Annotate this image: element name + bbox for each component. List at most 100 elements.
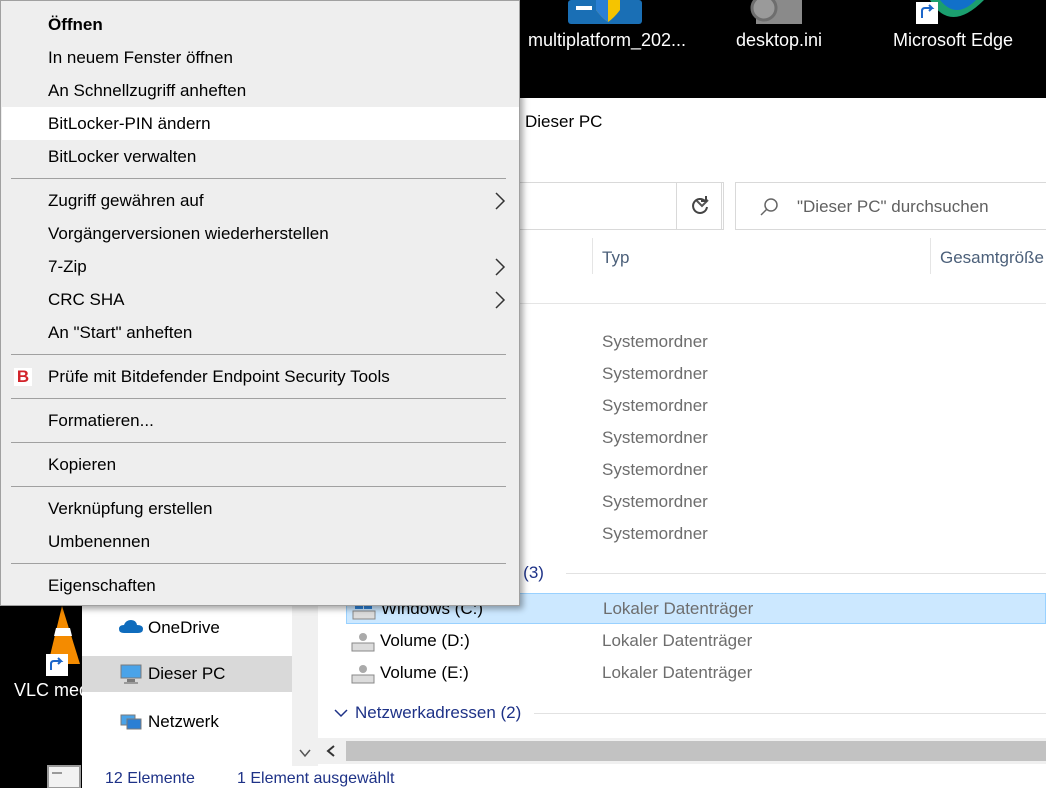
column-header-size[interactable]: Gesamtgröße bbox=[940, 248, 1044, 268]
folder-type: Systemordner bbox=[602, 428, 708, 447]
onedrive-icon bbox=[119, 620, 143, 633]
menu-item-label: Umbenennen bbox=[48, 532, 151, 551]
installer-shield-icon[interactable] bbox=[568, 0, 642, 26]
menu-item-label: CRC SHA bbox=[48, 290, 125, 309]
menu-separator bbox=[11, 486, 506, 487]
drive-icon bbox=[351, 665, 375, 684]
menu-item-open-new-window[interactable]: In neuem Fenster öffnen bbox=[2, 41, 519, 74]
scroll-down-icon[interactable] bbox=[298, 746, 312, 760]
drive-name: Volume (E:) bbox=[380, 663, 469, 682]
menu-item-label: BitLocker verwalten bbox=[48, 147, 197, 166]
menu-item-pin-start[interactable]: An "Start" anheften bbox=[2, 316, 519, 349]
folder-type: Systemordner bbox=[602, 332, 708, 351]
chevron-right-icon bbox=[495, 258, 506, 276]
menu-item-rename[interactable]: Umbenennen bbox=[2, 525, 519, 558]
menu-item-label: Eigenschaften bbox=[48, 576, 156, 595]
folder-type: Systemordner bbox=[602, 492, 708, 511]
chevron-down-icon[interactable] bbox=[334, 706, 348, 720]
menu-separator bbox=[11, 563, 506, 564]
menu-item-label: Prüfe mit Bitdefender Endpoint Security … bbox=[48, 367, 390, 386]
menu-item-properties[interactable]: Eigenschaften bbox=[2, 569, 519, 602]
folder-type: Systemordner bbox=[602, 460, 708, 479]
group-header-network[interactable]: Netzwerkadressen (2) bbox=[355, 703, 521, 723]
context-menu: Öffnen In neuem Fenster öffnen An Schnel… bbox=[0, 0, 520, 606]
nav-item-this-pc[interactable]: Dieser PC bbox=[82, 656, 292, 692]
desktop-icon-label: Microsoft Edge bbox=[892, 30, 1014, 50]
drive-type: Lokaler Datenträger bbox=[602, 631, 753, 650]
menu-item-7zip[interactable]: 7-Zip bbox=[2, 250, 519, 283]
menu-separator bbox=[11, 178, 506, 179]
status-selection: 1 Element ausgewählt bbox=[237, 770, 395, 787]
column-header-type[interactable]: Typ bbox=[602, 248, 629, 268]
folder-type: Systemordner bbox=[602, 396, 708, 415]
menu-item-label: An "Start" anheften bbox=[48, 323, 193, 342]
menu-item-restore-versions[interactable]: Vorgängerversionen wiederherstellen bbox=[2, 217, 519, 250]
search-box[interactable]: "Dieser PC" durchsuchen bbox=[735, 182, 1046, 230]
group-divider bbox=[534, 713, 1046, 714]
menu-item-bitlocker-pin[interactable]: BitLocker-PIN ändern bbox=[2, 107, 519, 140]
nav-label: Dieser PC bbox=[148, 664, 226, 683]
search-placeholder: "Dieser PC" durchsuchen bbox=[797, 197, 989, 216]
drive-row[interactable]: Volume (D:) Lokaler Datenträger bbox=[346, 626, 1046, 657]
network-icon bbox=[120, 714, 142, 730]
file-icon[interactable] bbox=[46, 764, 82, 788]
menu-item-give-access[interactable]: Zugriff gewähren auf bbox=[2, 184, 519, 217]
menu-item-copy[interactable]: Kopieren bbox=[2, 448, 519, 481]
menu-item-bitlocker-manage[interactable]: BitLocker verwalten bbox=[2, 140, 519, 173]
vlc-icon[interactable] bbox=[42, 604, 86, 676]
this-pc-icon bbox=[120, 664, 142, 684]
status-item-count: 12 Elemente bbox=[105, 770, 195, 787]
nav-label: Netzwerk bbox=[148, 712, 219, 731]
menu-item-pin-quick-access[interactable]: An Schnellzugriff anheften bbox=[2, 74, 519, 107]
menu-separator bbox=[11, 442, 506, 443]
column-separator[interactable] bbox=[592, 238, 593, 274]
desktop-icon-label: multiplatform_202... bbox=[527, 30, 687, 50]
scrollbar-thumb[interactable] bbox=[346, 741, 1046, 761]
drive-icon bbox=[351, 633, 375, 652]
menu-item-label: Vorgängerversionen wiederherstellen bbox=[48, 224, 329, 243]
horizontal-scrollbar[interactable] bbox=[318, 738, 1046, 764]
refresh-icon bbox=[692, 196, 708, 214]
menu-item-create-shortcut[interactable]: Verknüpfung erstellen bbox=[2, 492, 519, 525]
folder-type: Systemordner bbox=[602, 524, 708, 543]
refresh-button[interactable] bbox=[676, 182, 724, 230]
drive-type: Lokaler Datenträger bbox=[603, 599, 754, 618]
bitdefender-icon: B bbox=[14, 368, 32, 386]
menu-separator bbox=[11, 354, 506, 355]
scroll-left-icon[interactable] bbox=[324, 744, 338, 758]
menu-item-bitdefender-scan[interactable]: B Prüfe mit Bitdefender Endpoint Securit… bbox=[2, 360, 519, 393]
column-separator[interactable] bbox=[930, 238, 931, 274]
settings-file-icon[interactable] bbox=[742, 0, 804, 26]
window-title: Dieser PC bbox=[525, 112, 603, 131]
desktop-icon-desktop-ini[interactable]: desktop.ini bbox=[718, 30, 840, 51]
menu-item-label: BitLocker-PIN ändern bbox=[48, 114, 211, 133]
menu-item-crc-sha[interactable]: CRC SHA bbox=[2, 283, 519, 316]
nav-item-onedrive[interactable]: OneDrive bbox=[82, 610, 292, 646]
menu-item-label: In neuem Fenster öffnen bbox=[48, 48, 233, 67]
drive-name: Volume (D:) bbox=[380, 631, 470, 650]
menu-item-label: Kopieren bbox=[48, 455, 117, 474]
desktop-icon-multiplatform[interactable]: multiplatform_202... bbox=[522, 30, 692, 51]
menu-separator bbox=[11, 398, 506, 399]
menu-item-label: Verknüpfung erstellen bbox=[48, 499, 213, 518]
folder-type: Systemordner bbox=[602, 364, 708, 383]
desktop-icon-edge[interactable]: Microsoft Edge bbox=[880, 30, 1026, 51]
menu-item-open[interactable]: Öffnen bbox=[2, 8, 519, 41]
nav-label: OneDrive bbox=[148, 618, 220, 637]
desktop-icon-vlc[interactable]: VLC med bbox=[14, 680, 84, 701]
drive-row[interactable]: Volume (E:) Lokaler Datenträger bbox=[346, 658, 1046, 689]
search-icon bbox=[760, 198, 778, 216]
chevron-right-icon bbox=[495, 192, 506, 210]
edge-icon[interactable] bbox=[914, 0, 986, 26]
menu-item-label: Öffnen bbox=[48, 15, 103, 34]
menu-item-label: Formatieren... bbox=[48, 411, 154, 430]
nav-item-network[interactable]: Netzwerk bbox=[82, 704, 292, 740]
drive-type: Lokaler Datenträger bbox=[602, 663, 753, 682]
group-divider bbox=[566, 573, 1046, 574]
menu-item-label: 7-Zip bbox=[48, 257, 87, 276]
menu-item-label: An Schnellzugriff anheften bbox=[48, 81, 247, 100]
chevron-right-icon bbox=[495, 291, 506, 309]
desktop-icon-label: desktop.ini bbox=[735, 30, 823, 50]
menu-item-format[interactable]: Formatieren... bbox=[2, 404, 519, 437]
menu-item-label: Zugriff gewähren auf bbox=[48, 191, 204, 210]
